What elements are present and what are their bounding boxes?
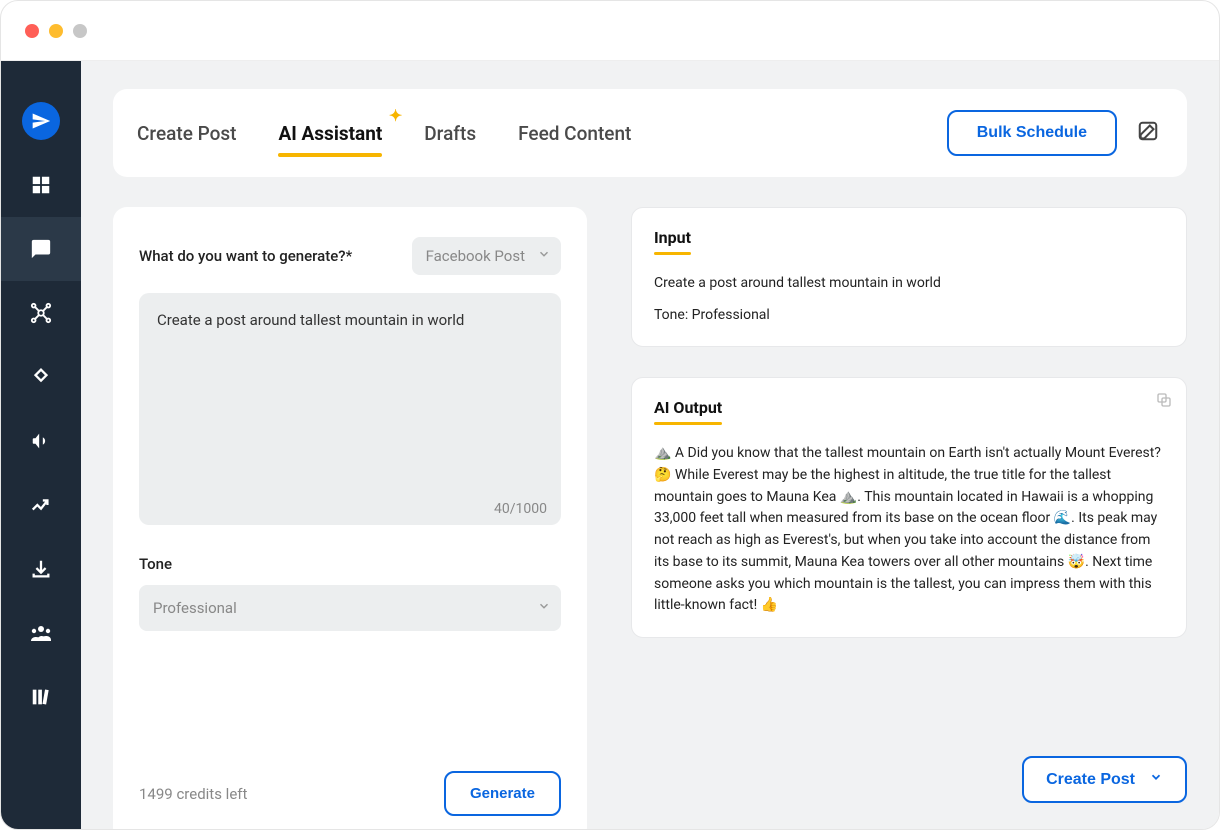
tone-label: Tone xyxy=(139,555,561,573)
output-card-body: ⛰️ A Did you know that the tallest mount… xyxy=(654,443,1164,617)
window-zoom-dot[interactable] xyxy=(73,24,87,38)
chevron-down-icon xyxy=(537,599,551,617)
tab-bar: Create Post AI Assistant ✦ Drafts Feed C… xyxy=(113,89,1187,177)
input-card-line1: Create a post around tallest mountain in… xyxy=(654,273,1164,295)
chevron-down-icon xyxy=(1149,770,1163,789)
input-card: Input Create a post around tallest mount… xyxy=(631,207,1187,347)
window-titlebar xyxy=(1,1,1219,61)
window-minimize-dot[interactable] xyxy=(49,24,63,38)
download-icon xyxy=(30,558,52,580)
sidebar-item-download[interactable] xyxy=(1,537,81,601)
sidebar-item-team[interactable] xyxy=(1,601,81,665)
output-card-title: AI Output xyxy=(654,398,722,417)
sidebar-item-library[interactable] xyxy=(1,665,81,729)
tab-ai-assistant[interactable]: AI Assistant ✦ xyxy=(278,122,382,145)
chevron-down-icon xyxy=(537,247,551,265)
window-close-dot[interactable] xyxy=(25,24,39,38)
tone-value: Professional xyxy=(153,599,237,617)
credits-left: 1499 credits left xyxy=(139,785,247,803)
network-icon xyxy=(30,302,52,324)
bulk-schedule-button[interactable]: Bulk Schedule xyxy=(947,110,1117,156)
tab-feed-content[interactable]: Feed Content xyxy=(518,122,631,145)
input-card-title: Input xyxy=(654,228,691,247)
sidebar-item-send[interactable] xyxy=(1,89,81,153)
send-icon xyxy=(22,102,60,140)
post-type-select[interactable]: Facebook Post xyxy=(412,237,561,275)
compose-icon[interactable] xyxy=(1137,120,1159,146)
megaphone-icon xyxy=(30,430,52,452)
generate-panel: What do you want to generate?* Facebook … xyxy=(113,207,587,830)
library-icon xyxy=(30,686,52,708)
sidebar-item-dashboard[interactable] xyxy=(1,153,81,217)
tab-ai-assistant-label: AI Assistant xyxy=(278,122,382,145)
create-post-label: Create Post xyxy=(1046,771,1135,789)
sidebar-item-chat[interactable] xyxy=(1,217,81,281)
target-icon xyxy=(30,366,52,388)
char-counter: 40/1000 xyxy=(494,501,547,517)
tone-select[interactable]: Professional xyxy=(139,585,561,631)
sparkle-icon: ✦ xyxy=(389,106,402,125)
sidebar xyxy=(1,61,81,830)
input-card-line2: Tone: Professional xyxy=(654,305,1164,327)
generate-label: What do you want to generate?* xyxy=(139,247,352,265)
output-card: AI Output ⛰️ A Did you know that the tal… xyxy=(631,377,1187,638)
generate-button[interactable]: Generate xyxy=(444,771,561,816)
sidebar-item-network[interactable] xyxy=(1,281,81,345)
copy-icon[interactable] xyxy=(1156,392,1172,412)
sidebar-item-announce[interactable] xyxy=(1,409,81,473)
prompt-textarea[interactable] xyxy=(139,293,561,525)
dashboard-icon xyxy=(30,174,52,196)
sidebar-item-target[interactable] xyxy=(1,345,81,409)
tab-create-post[interactable]: Create Post xyxy=(137,122,236,145)
team-icon xyxy=(29,621,53,645)
create-post-button[interactable]: Create Post xyxy=(1022,756,1187,803)
tab-drafts[interactable]: Drafts xyxy=(424,122,476,145)
post-type-value: Facebook Post xyxy=(426,247,525,265)
chat-icon xyxy=(30,238,52,260)
main-content: Create Post AI Assistant ✦ Drafts Feed C… xyxy=(81,61,1219,830)
sidebar-item-analytics[interactable] xyxy=(1,473,81,537)
analytics-icon xyxy=(30,494,52,516)
